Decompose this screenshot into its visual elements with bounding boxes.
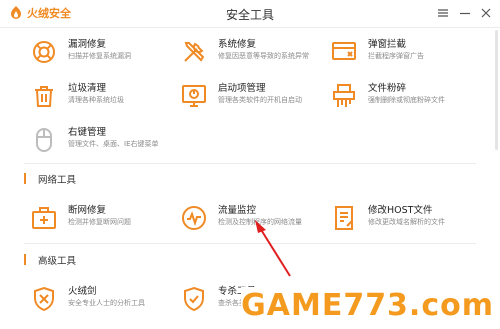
- watermark-text: GAME773.com: [241, 288, 494, 323]
- watermark-logo: GAME773.com: [241, 287, 494, 325]
- annotation-arrow: [255, 220, 291, 277]
